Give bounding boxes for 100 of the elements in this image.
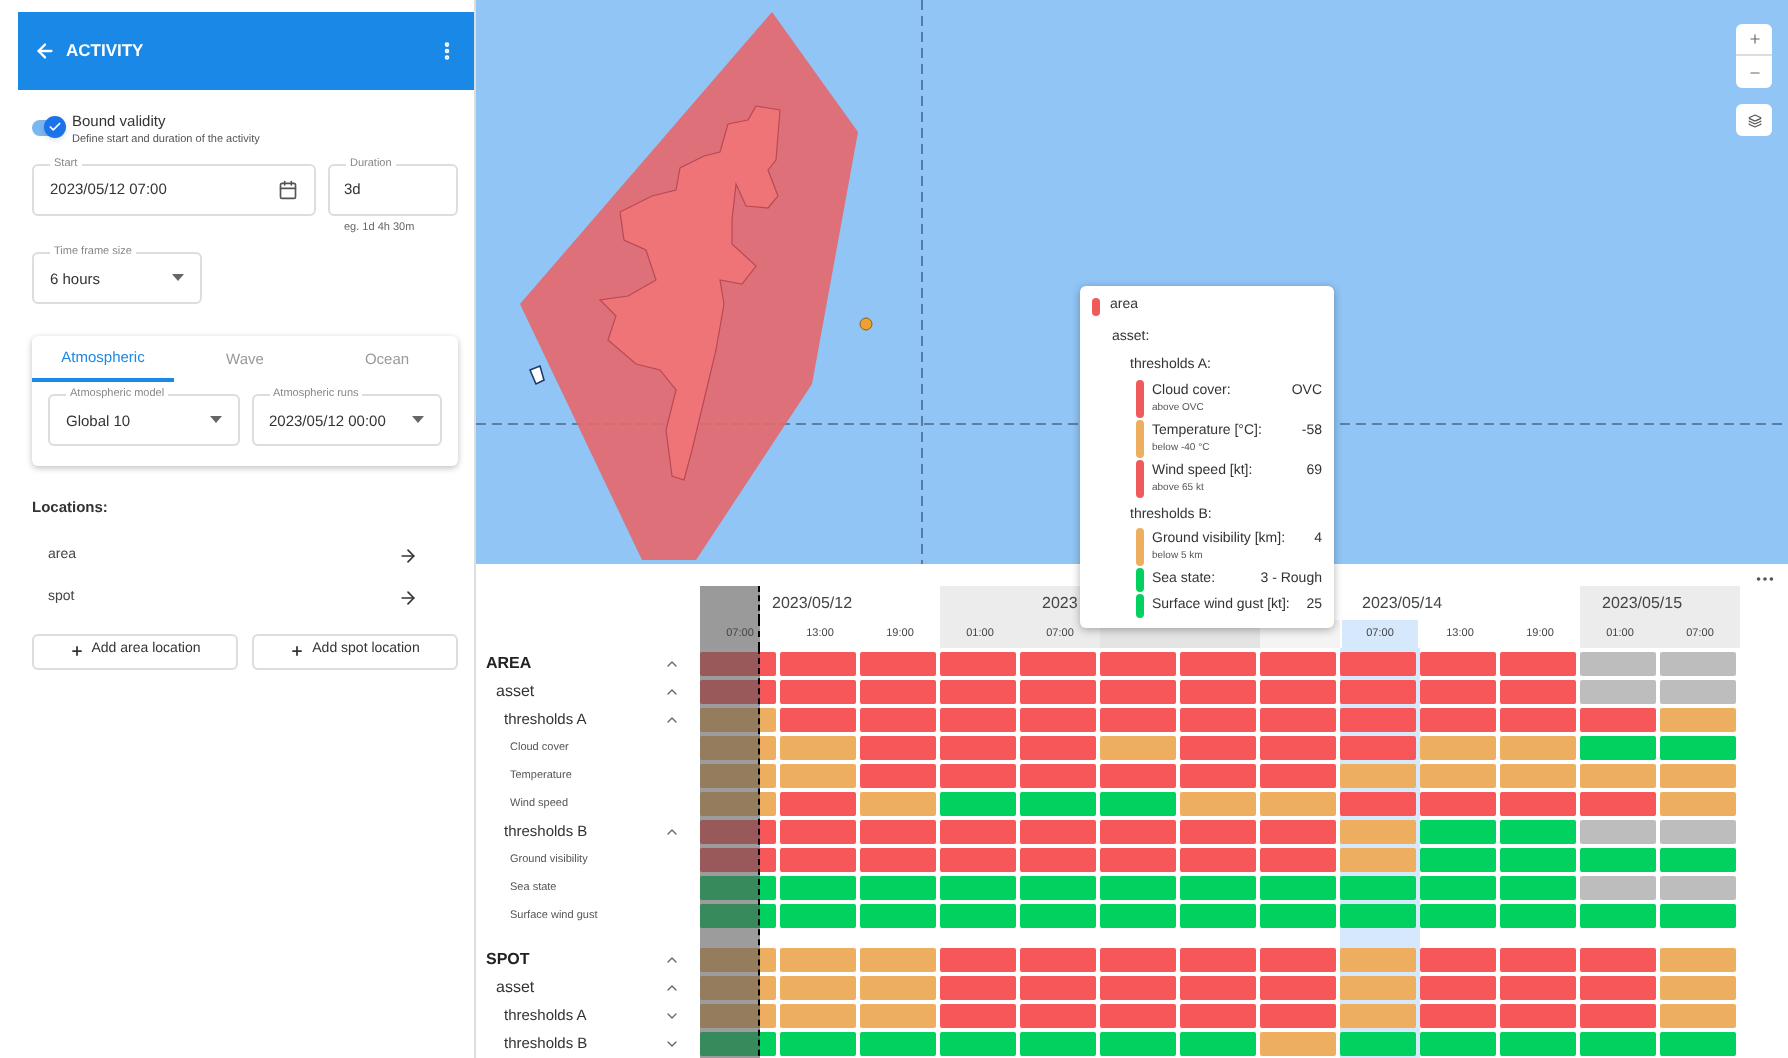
status-cell[interactable] xyxy=(860,764,936,788)
status-cell[interactable] xyxy=(780,904,856,928)
expand-icon[interactable] xyxy=(664,1008,680,1024)
status-cell[interactable] xyxy=(1260,764,1336,788)
status-cell[interactable] xyxy=(1020,876,1096,900)
status-cell[interactable] xyxy=(1580,736,1656,760)
status-cell[interactable] xyxy=(780,736,856,760)
status-cell[interactable] xyxy=(1580,1032,1656,1056)
status-cell[interactable] xyxy=(1260,1032,1336,1056)
status-cell[interactable] xyxy=(860,1004,936,1028)
status-cell[interactable] xyxy=(860,976,936,1000)
status-cell[interactable] xyxy=(1500,1032,1576,1056)
status-cell[interactable] xyxy=(1660,976,1736,1000)
status-cell[interactable] xyxy=(1180,848,1256,872)
status-cell[interactable] xyxy=(1420,820,1496,844)
status-cell[interactable] xyxy=(700,764,776,788)
status-cell[interactable] xyxy=(700,652,776,676)
expand-icon[interactable] xyxy=(664,1036,680,1052)
collapse-icon[interactable] xyxy=(664,980,680,996)
status-cell[interactable] xyxy=(1580,792,1656,816)
status-cell[interactable] xyxy=(1260,948,1336,972)
status-cell[interactable] xyxy=(1340,708,1416,732)
status-cell[interactable] xyxy=(1020,736,1096,760)
status-cell[interactable] xyxy=(1100,652,1176,676)
status-cell[interactable] xyxy=(1580,848,1656,872)
status-cell[interactable] xyxy=(940,764,1016,788)
status-cell[interactable] xyxy=(1420,680,1496,704)
status-cell[interactable] xyxy=(1100,948,1176,972)
status-cell[interactable] xyxy=(1420,708,1496,732)
status-cell[interactable] xyxy=(1660,680,1736,704)
status-cell[interactable] xyxy=(1420,652,1496,676)
status-cell[interactable] xyxy=(1420,904,1496,928)
status-cell[interactable] xyxy=(1660,736,1736,760)
status-cell[interactable] xyxy=(1580,820,1656,844)
status-cell[interactable] xyxy=(1660,876,1736,900)
status-cell[interactable] xyxy=(1100,792,1176,816)
status-cell[interactable] xyxy=(1340,1004,1416,1028)
status-cell[interactable] xyxy=(1340,976,1416,1000)
status-cell[interactable] xyxy=(1660,820,1736,844)
status-cell[interactable] xyxy=(860,876,936,900)
status-cell[interactable] xyxy=(1420,976,1496,1000)
bound-validity-toggle[interactable] xyxy=(32,120,62,136)
status-cell[interactable] xyxy=(940,708,1016,732)
status-cell[interactable] xyxy=(940,948,1016,972)
status-cell[interactable] xyxy=(1580,876,1656,900)
status-cell[interactable] xyxy=(1340,736,1416,760)
status-cell[interactable] xyxy=(780,680,856,704)
status-cell[interactable] xyxy=(1500,708,1576,732)
status-cell[interactable] xyxy=(1100,904,1176,928)
status-cell[interactable] xyxy=(1020,708,1096,732)
status-cell[interactable] xyxy=(1580,976,1656,1000)
status-cell[interactable] xyxy=(1020,680,1096,704)
status-cell[interactable] xyxy=(1100,680,1176,704)
status-cell[interactable] xyxy=(780,1032,856,1056)
status-cell[interactable] xyxy=(1340,848,1416,872)
status-cell[interactable] xyxy=(780,976,856,1000)
status-cell[interactable] xyxy=(1260,736,1336,760)
status-cell[interactable] xyxy=(1500,1004,1576,1028)
status-cell[interactable] xyxy=(1260,976,1336,1000)
status-cell[interactable] xyxy=(940,876,1016,900)
status-cell[interactable] xyxy=(1180,708,1256,732)
back-icon[interactable] xyxy=(34,40,56,62)
status-cell[interactable] xyxy=(1180,976,1256,1000)
status-cell[interactable] xyxy=(700,876,776,900)
status-cell[interactable] xyxy=(1340,1032,1416,1056)
status-cell[interactable] xyxy=(700,904,776,928)
status-cell[interactable] xyxy=(1180,736,1256,760)
status-cell[interactable] xyxy=(1340,820,1416,844)
collapse-icon[interactable] xyxy=(664,684,680,700)
status-cell[interactable] xyxy=(1180,1032,1256,1056)
status-cell[interactable] xyxy=(1500,948,1576,972)
status-cell[interactable] xyxy=(780,1004,856,1028)
status-cell[interactable] xyxy=(1660,652,1736,676)
status-cell[interactable] xyxy=(1420,764,1496,788)
status-cell[interactable] xyxy=(1660,1032,1736,1056)
status-cell[interactable] xyxy=(1420,876,1496,900)
status-cell[interactable] xyxy=(1260,708,1336,732)
arrow-right-icon[interactable] xyxy=(398,588,418,608)
status-cell[interactable] xyxy=(1340,904,1416,928)
status-cell[interactable] xyxy=(1420,1032,1496,1056)
calendar-icon[interactable] xyxy=(278,180,298,200)
collapse-icon[interactable] xyxy=(664,952,680,968)
status-cell[interactable] xyxy=(1260,792,1336,816)
status-cell[interactable] xyxy=(860,820,936,844)
status-cell[interactable] xyxy=(860,736,936,760)
status-cell[interactable] xyxy=(1340,764,1416,788)
status-cell[interactable] xyxy=(940,848,1016,872)
status-cell[interactable] xyxy=(780,708,856,732)
status-cell[interactable] xyxy=(1340,792,1416,816)
status-cell[interactable] xyxy=(1420,736,1496,760)
status-cell[interactable] xyxy=(1020,1004,1096,1028)
status-cell[interactable] xyxy=(1340,948,1416,972)
status-cell[interactable] xyxy=(1660,848,1736,872)
status-cell[interactable] xyxy=(1260,680,1336,704)
status-cell[interactable] xyxy=(1180,904,1256,928)
status-cell[interactable] xyxy=(940,736,1016,760)
status-cell[interactable] xyxy=(860,792,936,816)
status-cell[interactable] xyxy=(860,652,936,676)
status-cell[interactable] xyxy=(1340,652,1416,676)
status-cell[interactable] xyxy=(1020,764,1096,788)
